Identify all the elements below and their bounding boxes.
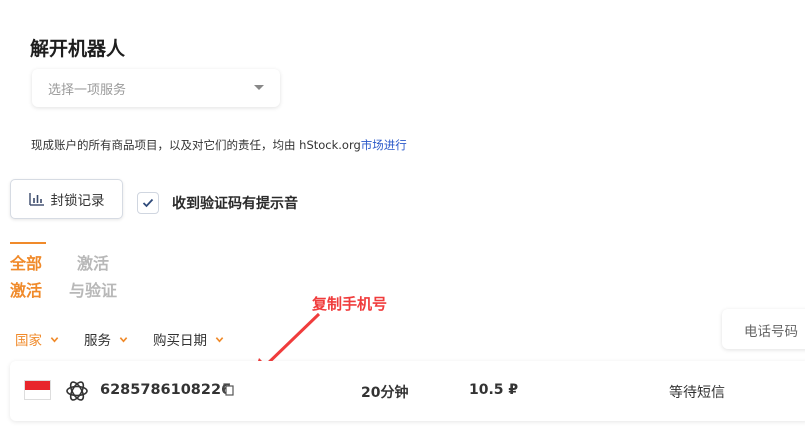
status-text: 等待短信	[669, 385, 725, 401]
tab-all-line1: 全部	[10, 254, 43, 273]
filter-purchase-date[interactable]: 购买日期	[153, 329, 224, 349]
price: 10.5 ₽	[469, 382, 519, 398]
tab-activation-line1: 激活	[76, 254, 109, 273]
filter-date-label: 购买日期	[153, 333, 207, 349]
sound-checkbox-label[interactable]: 收到验证码有提示音	[172, 193, 298, 213]
chevron-down-icon	[119, 336, 128, 343]
marketplace-link[interactable]: 市场进行	[361, 138, 407, 152]
tab-all-line2: 激活	[10, 281, 43, 300]
indonesia-flag-icon	[24, 380, 51, 400]
openai-icon	[66, 381, 88, 401]
copy-icon[interactable]	[223, 383, 234, 396]
bar-chart-icon	[28, 193, 44, 206]
chevron-down-icon	[215, 336, 224, 343]
checkmark-icon	[142, 198, 154, 208]
filter-service[interactable]: 服务	[84, 329, 128, 349]
phone-search-input[interactable]: 电话号码	[722, 309, 805, 349]
phone-number: 6285786108226	[100, 382, 232, 398]
block-history-button[interactable]: 封锁记录	[10, 179, 123, 219]
caret-down-icon	[254, 85, 264, 90]
order-row: 6285786108226 20分钟 10.5 ₽ 等待短信	[10, 361, 805, 421]
block-history-label: 封锁记录	[50, 193, 105, 209]
page-title: 解开机器人	[30, 38, 126, 60]
tab-activation-line2: 与验证	[68, 281, 117, 300]
responsibility-notice: 现成账户的所有商品项目，以及对它们的责任，均由 hStock.org市场进行	[31, 137, 407, 153]
tab-activation-verification[interactable]: 激活 与验证	[66, 250, 120, 304]
sound-checkbox[interactable]	[137, 192, 159, 214]
service-select-placeholder: 选择一项服务	[48, 82, 127, 98]
filter-country[interactable]: 国家	[15, 329, 59, 349]
notice-text: 现成账户的所有商品项目，以及对它们的责任，均由 hStock.org	[31, 138, 361, 152]
time-remaining: 20分钟	[361, 385, 409, 401]
filter-country-label: 国家	[15, 333, 42, 349]
active-tab-indicator	[10, 242, 46, 244]
chevron-down-icon	[50, 336, 59, 343]
tab-all-activations[interactable]: 全部 激活	[10, 250, 42, 304]
service-select[interactable]: 选择一项服务	[32, 69, 280, 107]
filter-service-label: 服务	[84, 333, 111, 349]
